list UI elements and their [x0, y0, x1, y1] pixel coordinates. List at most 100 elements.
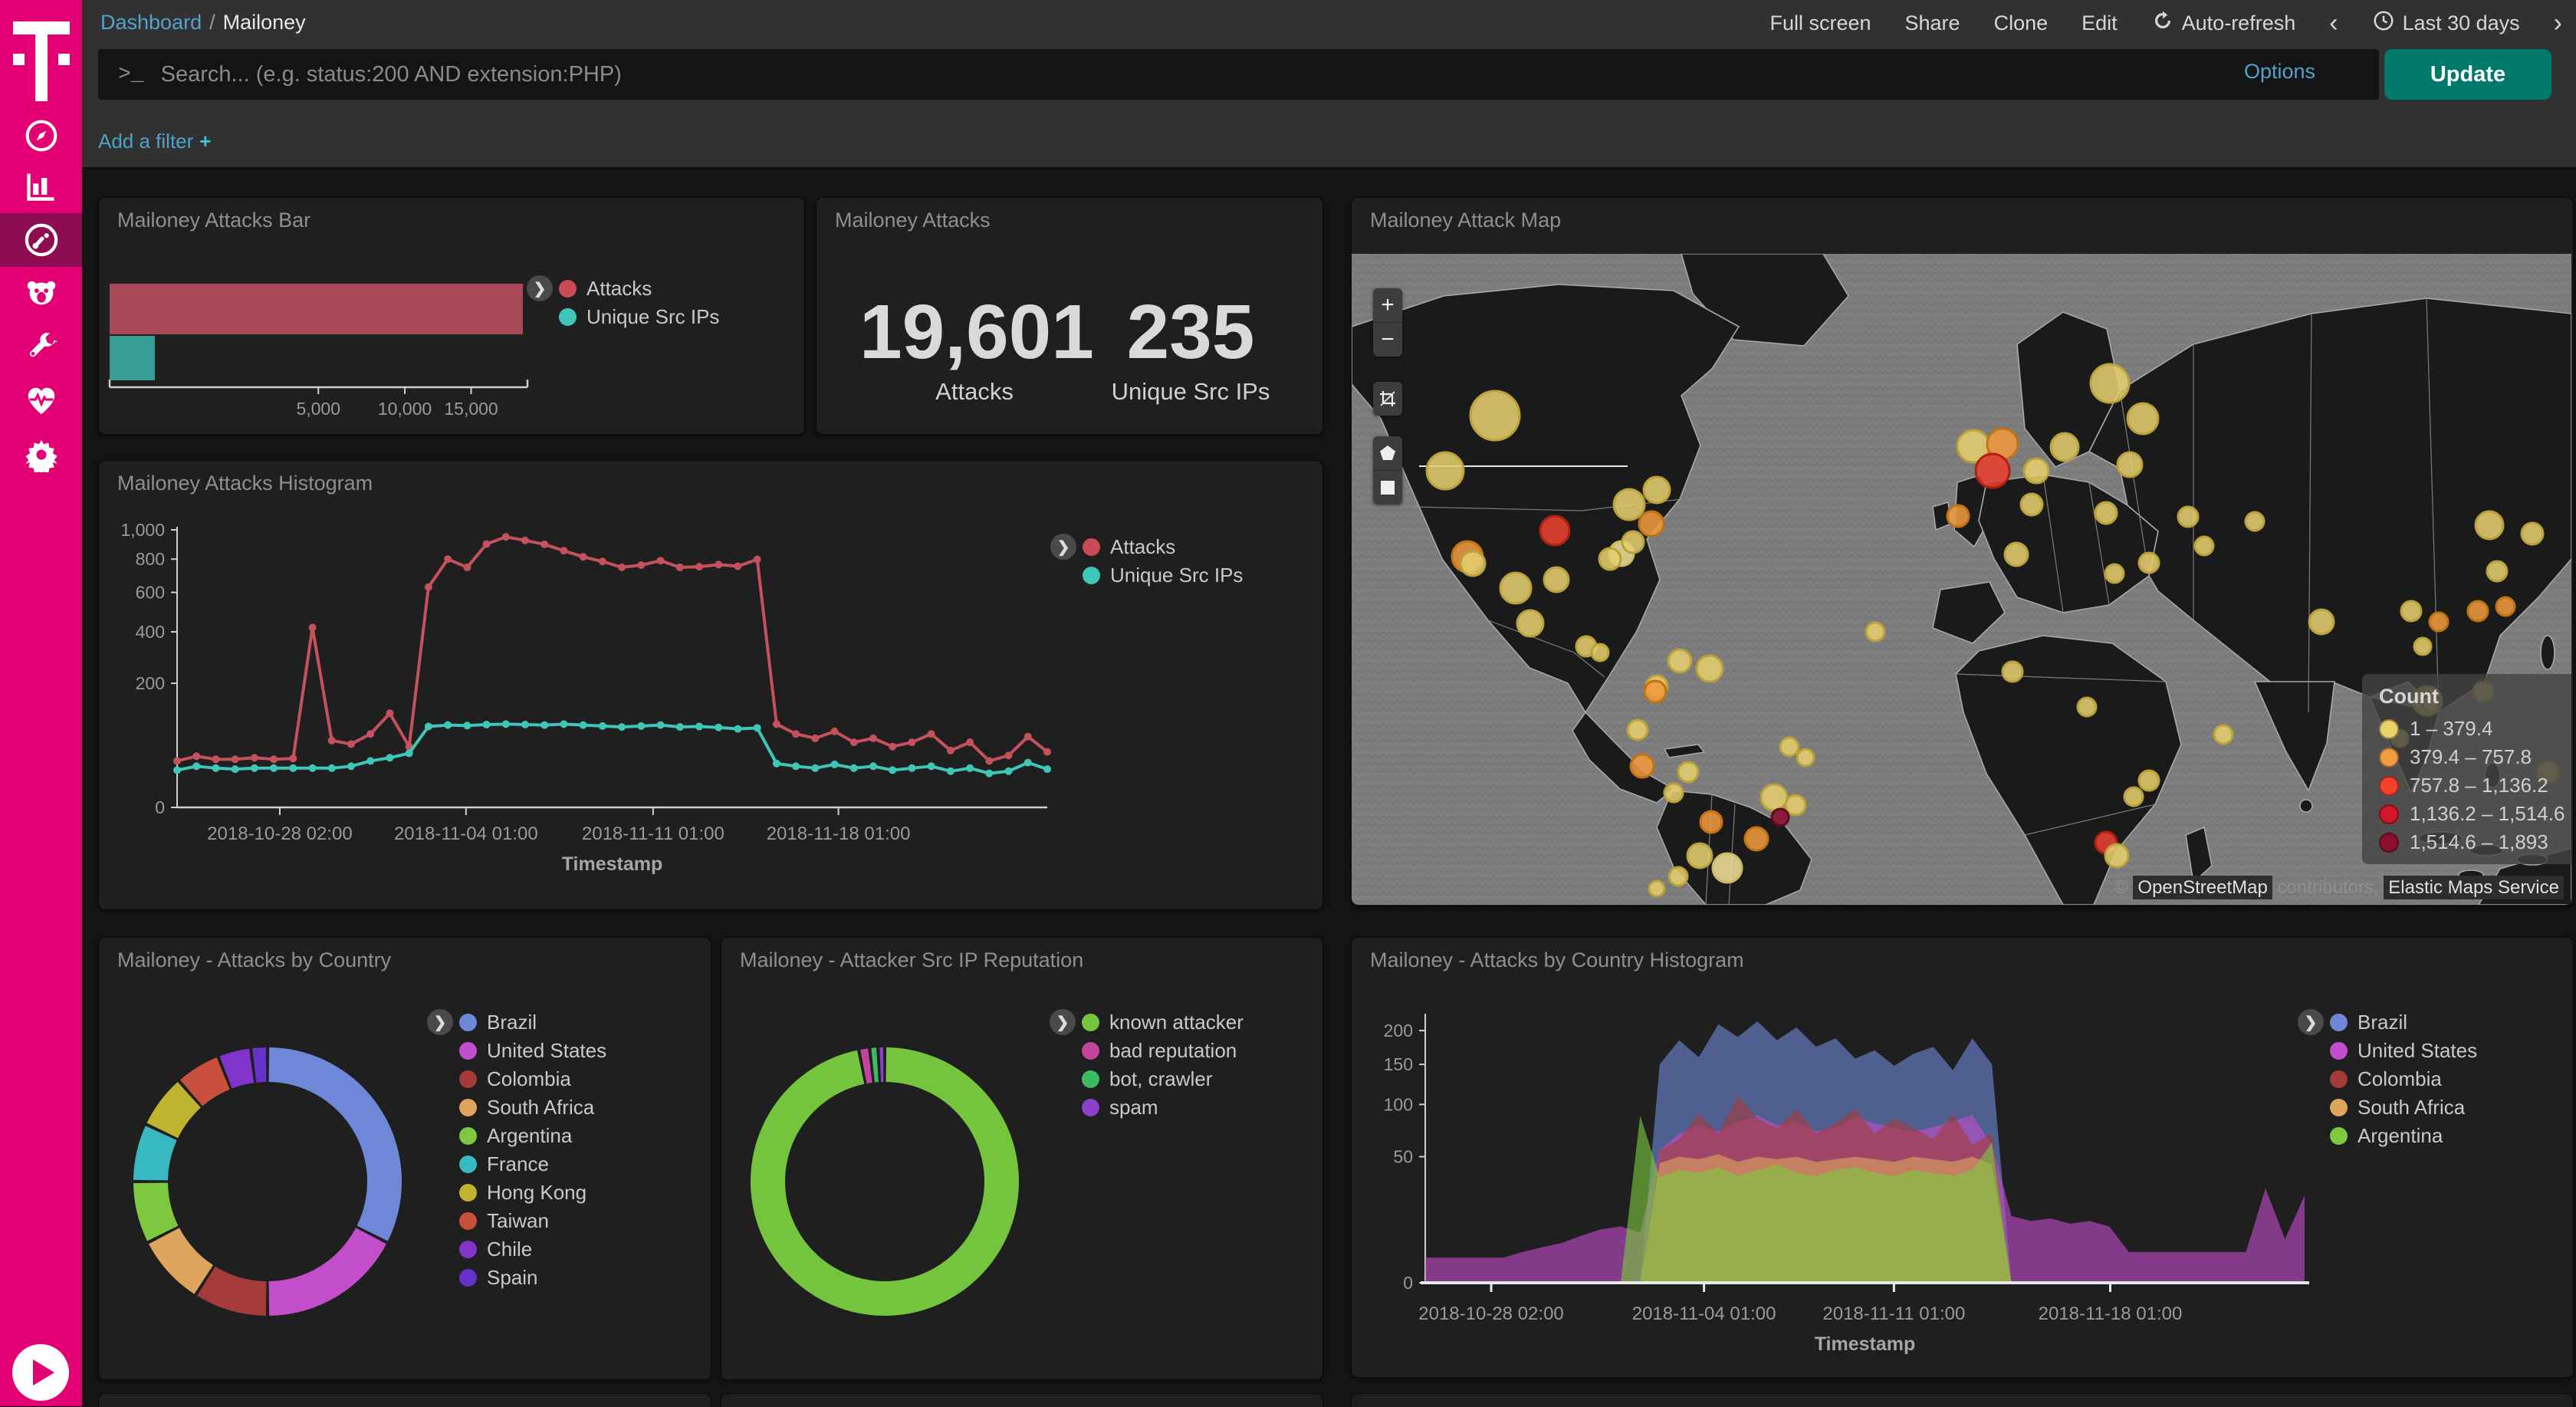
attack-location-circle[interactable]: [1631, 754, 1654, 777]
donut-slice[interactable]: [269, 1047, 402, 1241]
legend-item[interactable]: Attacks: [559, 274, 719, 303]
attack-location-circle[interactable]: [1649, 881, 1664, 896]
attack-location-circle[interactable]: [1460, 551, 1485, 576]
time-range-button[interactable]: Last 30 days: [2372, 9, 2520, 38]
legend-item[interactable]: Unique Src IPs: [1083, 561, 1243, 590]
share-button[interactable]: Share: [1905, 12, 1960, 35]
attack-location-circle[interactable]: [2496, 597, 2515, 616]
attack-location-circle[interactable]: [2128, 403, 2158, 434]
zoom-out-button[interactable]: −: [1373, 323, 1402, 357]
reputation-donut-chart[interactable]: [721, 938, 1322, 1379]
attack-location-circle[interactable]: [2401, 601, 2421, 621]
legend-item[interactable]: Brazil: [2330, 1008, 2477, 1037]
attack-location-circle[interactable]: [2139, 553, 2159, 573]
attack-location-circle[interactable]: [1678, 762, 1698, 782]
legend-toggle-chevron-icon[interactable]: ❯: [527, 275, 553, 301]
sidebar-item-discover[interactable]: [0, 109, 82, 163]
sidebar-item-devtools[interactable]: [0, 321, 82, 374]
legend-item[interactable]: South Africa: [459, 1093, 606, 1122]
attack-location-circle[interactable]: [1772, 809, 1789, 826]
legend-item[interactable]: Colombia: [2330, 1065, 2477, 1093]
attack-location-circle[interactable]: [1976, 454, 2009, 488]
attack-location-circle[interactable]: [2005, 543, 2028, 566]
add-filter-button[interactable]: Add a filter+: [98, 130, 211, 153]
attack-location-circle[interactable]: [2487, 561, 2507, 581]
attack-location-circle[interactable]: [2522, 523, 2543, 544]
attack-location-circle[interactable]: [1713, 853, 1742, 883]
attack-location-circle[interactable]: [2078, 698, 2096, 716]
donut-slice[interactable]: [149, 1228, 213, 1294]
attack-location-circle[interactable]: [1614, 489, 1644, 520]
legend-item[interactable]: known attacker: [1082, 1008, 1244, 1037]
time-prev-button[interactable]: ‹: [2329, 8, 2338, 38]
donut-slice[interactable]: [269, 1228, 386, 1316]
clone-button[interactable]: Clone: [1994, 12, 2049, 35]
legend-item[interactable]: spam: [1082, 1093, 1244, 1122]
attack-location-circle[interactable]: [2105, 564, 2124, 583]
attack-location-circle[interactable]: [2021, 494, 2042, 515]
attack-location-circle[interactable]: [1622, 531, 1644, 553]
collapse-nav-button[interactable]: [12, 1344, 69, 1401]
legend-item[interactable]: South Africa: [2330, 1093, 2477, 1122]
edit-button[interactable]: Edit: [2082, 12, 2118, 35]
sidebar-item-management[interactable]: [0, 428, 82, 482]
options-link[interactable]: Options: [2244, 60, 2315, 84]
rectangle-tool-button[interactable]: [1373, 471, 1402, 505]
attack-location-circle[interactable]: [2414, 638, 2431, 655]
legend-item[interactable]: Spain: [459, 1264, 606, 1292]
legend-item[interactable]: United States: [459, 1037, 606, 1065]
attack-location-circle[interactable]: [1687, 843, 1712, 868]
legend-item[interactable]: bad reputation: [1082, 1037, 1244, 1065]
ems-link[interactable]: Elastic Maps Service: [2384, 876, 2564, 899]
country-area-chart[interactable]: 0501001502002018-10-28 02:002018-11-04 0…: [1352, 938, 2573, 1377]
legend-item[interactable]: France: [459, 1150, 606, 1179]
attack-location-circle[interactable]: [1786, 795, 1806, 815]
attack-location-circle[interactable]: [2476, 511, 2503, 539]
attack-location-circle[interactable]: [1780, 738, 1799, 756]
crop-tool-button[interactable]: [1373, 382, 1402, 416]
legend-item[interactable]: Taiwan: [459, 1207, 606, 1235]
attack-location-circle[interactable]: [1500, 573, 1531, 603]
polygon-tool-button[interactable]: [1373, 436, 1402, 471]
attack-location-circle[interactable]: [2430, 613, 2448, 631]
auto-refresh-button[interactable]: Auto-refresh: [2151, 9, 2296, 38]
osm-link[interactable]: OpenStreetMap: [2133, 876, 2272, 899]
attack-location-circle[interactable]: [2178, 507, 2198, 527]
legend-item[interactable]: Chile: [459, 1235, 606, 1264]
sidebar-item-monitoring[interactable]: [0, 374, 82, 428]
sidebar-item-dashboard[interactable]: [0, 213, 82, 267]
attack-location-circle[interactable]: [1470, 391, 1520, 440]
attack-location-circle[interactable]: [2091, 364, 2129, 403]
legend-toggle-chevron-icon[interactable]: ❯: [1050, 534, 1076, 560]
attack-location-circle[interactable]: [2139, 771, 2159, 791]
world-map[interactable]: + − Count 1 – 379.4379.4 – 757.8757.8 – …: [1352, 254, 2571, 905]
attack-location-circle[interactable]: [1427, 452, 1464, 489]
attack-location-circle[interactable]: [1797, 749, 1814, 766]
attack-location-circle[interactable]: [2105, 844, 2128, 867]
attacks-line-chart[interactable]: 02004006008001,0002018-10-28 02:002018-1…: [99, 461, 1322, 909]
legend-item[interactable]: Unique Src IPs: [559, 303, 719, 331]
attack-location-circle[interactable]: [1866, 623, 1884, 641]
attack-location-circle[interactable]: [2195, 537, 2213, 555]
attack-location-circle[interactable]: [1664, 784, 1683, 802]
legend-item[interactable]: Hong Kong: [459, 1179, 606, 1207]
attack-location-circle[interactable]: [2468, 601, 2488, 621]
donut-slice[interactable]: [252, 1047, 266, 1083]
attack-location-circle[interactable]: [1947, 505, 1969, 527]
sidebar-item-visualize[interactable]: [0, 159, 82, 213]
attack-location-circle[interactable]: [1544, 567, 1569, 592]
breadcrumb-dashboard-link[interactable]: Dashboard: [100, 11, 202, 34]
legend-item[interactable]: United States: [2330, 1037, 2477, 1065]
attack-location-circle[interactable]: [1540, 516, 1569, 545]
attack-location-circle[interactable]: [1639, 511, 1664, 536]
attack-location-circle[interactable]: [1668, 649, 1691, 672]
attack-location-circle[interactable]: [1697, 656, 1723, 682]
attack-location-circle[interactable]: [2246, 512, 2264, 531]
attack-location-circle[interactable]: [2309, 610, 2334, 634]
attack-location-circle[interactable]: [1599, 548, 1621, 570]
legend-toggle-chevron-icon[interactable]: ❯: [427, 1009, 453, 1035]
attack-location-circle[interactable]: [2051, 433, 2078, 461]
attack-location-circle[interactable]: [1669, 867, 1687, 886]
attack-location-circle[interactable]: [1761, 784, 1787, 810]
donut-slice[interactable]: [871, 1047, 879, 1082]
